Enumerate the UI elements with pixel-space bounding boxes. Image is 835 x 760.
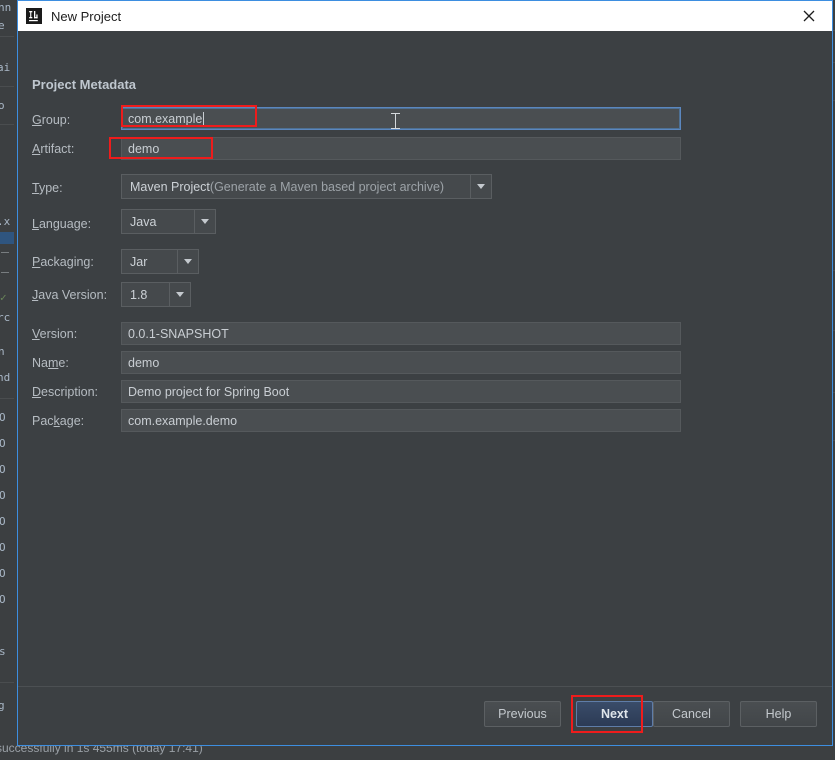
packaging-label: Packaging: <box>32 255 94 269</box>
chevron-down-icon[interactable] <box>194 210 215 233</box>
ide-text-fragment: O <box>0 490 6 501</box>
artifact-input-value: demo <box>128 142 159 156</box>
packaging-combobox[interactable]: Jar <box>121 249 199 274</box>
ide-divider <box>0 398 14 399</box>
dialog-title: New Project <box>51 9 121 24</box>
ide-text-fragment: O <box>0 464 6 475</box>
language-label: Language: <box>32 217 91 231</box>
ide-text-fragment: O <box>0 542 6 553</box>
language-combobox-value: Java <box>122 210 194 233</box>
ide-status-bar: d successfully in 1s 455ms (today 17:41) <box>0 744 835 760</box>
section-title: Project Metadata <box>32 77 136 92</box>
type-combobox[interactable]: Maven Project (Generate a Maven based pr… <box>121 174 492 199</box>
description-input-value: Demo project for Spring Boot <box>128 385 289 399</box>
text-caret <box>203 112 204 126</box>
type-combobox-value: Maven Project (Generate a Maven based pr… <box>122 175 470 198</box>
ide-text-fragment: nd <box>0 372 10 383</box>
ide-text-fragment: O <box>0 594 6 605</box>
ide-divider <box>0 124 14 125</box>
description-input[interactable]: Demo project for Spring Boot <box>121 380 681 403</box>
package-input[interactable]: com.example.demo <box>121 409 681 432</box>
ide-selected-row <box>0 232 14 244</box>
type-label: Type: <box>32 181 63 195</box>
ide-text-fragment: O <box>0 438 6 449</box>
dialog-content: Project Metadata Group: com.example Arti… <box>18 31 832 745</box>
ide-text-fragment: O <box>0 516 6 527</box>
artifact-label: Artifact: <box>32 142 74 156</box>
ide-text-fragment: o <box>0 100 5 111</box>
previous-button[interactable]: Previous <box>484 701 561 727</box>
ide-text-fragment: O <box>0 568 6 579</box>
ide-text-fragment: O <box>0 412 6 423</box>
chevron-down-icon[interactable] <box>470 175 491 198</box>
description-label: Description: <box>32 385 98 399</box>
ide-text-fragment: ai <box>0 62 10 73</box>
ide-text-fragment: .x <box>0 216 10 227</box>
ide-text-fragment: n <box>0 346 5 357</box>
java-version-label: Java Version: <box>32 288 107 302</box>
next-button[interactable]: Next <box>576 701 653 727</box>
package-input-value: com.example.demo <box>128 414 237 428</box>
new-project-dialog: New Project Project Metadata Group: com.… <box>17 0 833 746</box>
language-combobox[interactable]: Java <box>121 209 216 234</box>
version-input[interactable]: 0.0.1-SNAPSHOT <box>121 322 681 345</box>
project-name-input-value: demo <box>128 356 159 370</box>
ide-divider <box>1 272 9 273</box>
ide-text-fragment: g <box>0 700 5 711</box>
version-label: Version: <box>32 327 77 341</box>
cancel-button[interactable]: Cancel <box>653 701 730 727</box>
ide-divider <box>0 36 14 37</box>
ide-divider <box>0 86 14 87</box>
group-input[interactable]: com.example <box>121 107 681 130</box>
ide-text-fragment: e <box>0 20 5 31</box>
project-name-input[interactable]: demo <box>121 351 681 374</box>
package-label: Package: <box>32 414 84 428</box>
group-label: Group: <box>32 113 70 127</box>
mouse-cursor-ibeam <box>391 112 400 130</box>
ide-text-fragment: s <box>0 646 6 657</box>
ide-text-fragment: rc <box>0 312 10 323</box>
ide-left-panel: nn e ai o .x ✓ rc n nd O O O O O O O O s… <box>0 0 14 760</box>
ide-divider <box>1 252 9 253</box>
chevron-down-icon[interactable] <box>169 283 190 306</box>
close-icon[interactable] <box>786 1 832 31</box>
packaging-combobox-value: Jar <box>122 250 177 273</box>
artifact-input[interactable]: demo <box>121 137 681 160</box>
java-version-combobox[interactable]: 1.8 <box>121 282 191 307</box>
ide-divider <box>0 682 14 683</box>
group-input-value: com.example <box>128 112 202 126</box>
java-version-combobox-value: 1.8 <box>122 283 169 306</box>
ide-text-fragment: ✓ <box>0 292 7 303</box>
ide-text-fragment: nn <box>0 2 11 13</box>
chevron-down-icon[interactable] <box>177 250 198 273</box>
dialog-title-bar: New Project <box>18 1 832 31</box>
version-input-value: 0.0.1-SNAPSHOT <box>128 327 229 341</box>
intellij-idea-icon <box>26 8 42 24</box>
dialog-button-bar: Previous Next Cancel Help <box>18 686 832 745</box>
help-button[interactable]: Help <box>740 701 817 727</box>
project-name-label: Name: <box>32 356 69 370</box>
